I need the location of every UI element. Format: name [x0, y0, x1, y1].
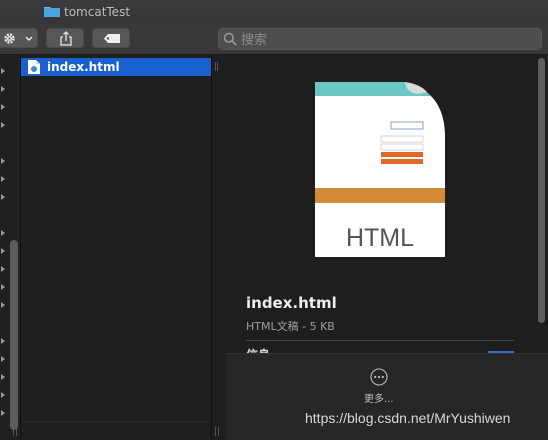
vertical-scrollbar[interactable] [10, 240, 18, 430]
search-icon [223, 32, 237, 46]
parent-column[interactable] [0, 55, 21, 439]
folder-icon [44, 7, 60, 17]
disclosure-arrow-icon [1, 302, 5, 308]
info-section-label: 信息 [246, 346, 270, 353]
column-resize-handle[interactable]: || [214, 62, 219, 72]
tag-button[interactable] [92, 28, 130, 48]
thumbnail-label: HTML [346, 224, 414, 252]
disclosure-arrow-icon [1, 374, 5, 380]
toolbar [0, 24, 548, 55]
column-footer [21, 421, 211, 440]
disclosure-arrow-icon [1, 68, 5, 74]
disclosure-arrow-icon [1, 338, 5, 344]
disclosure-arrow-icon [1, 410, 5, 416]
divider [246, 340, 514, 341]
search-field[interactable] [218, 28, 542, 50]
preview-file-name: index.html [246, 294, 337, 312]
disclosure-arrow-icon [1, 356, 5, 362]
list-item[interactable]: index.html [21, 58, 211, 76]
preview-pane: HTML index.html HTML文稿 - 5 KB 信息 更多... [226, 55, 548, 440]
watermark-text: https://blog.csdn.net/MrYushiwen [305, 410, 511, 426]
disclosure-arrow-icon [1, 194, 5, 200]
action-menu-button[interactable] [0, 28, 38, 48]
column-resize-handle[interactable]: || [12, 427, 18, 437]
html-file-icon [28, 60, 40, 74]
share-button[interactable] [46, 28, 84, 48]
disclosure-arrow-icon [1, 266, 5, 272]
disclosure-arrow-icon [1, 230, 5, 236]
disclosure-arrow-icon [1, 104, 5, 110]
search-input[interactable] [239, 30, 533, 50]
share-icon [60, 31, 72, 46]
preview-scrollbar[interactable] [538, 58, 545, 323]
title-bar: tomcatTest [0, 0, 548, 25]
column-resize-handle[interactable]: || [214, 427, 220, 437]
disclosure-arrow-icon [1, 122, 5, 128]
tag-icon [104, 34, 120, 43]
disclosure-arrow-icon [1, 284, 5, 290]
more-actions-panel: 更多... [226, 353, 548, 440]
file-column[interactable]: index.html [21, 55, 212, 439]
html-document-thumbnail: HTML [315, 82, 445, 257]
disclosure-arrow-icon [1, 248, 5, 254]
gear-icon [4, 33, 15, 44]
chevron-down-icon [25, 36, 33, 41]
more-icon[interactable] [370, 368, 388, 386]
more-button-label[interactable]: 更多... [364, 390, 394, 405]
disclosure-arrow-icon [1, 158, 5, 164]
disclosure-arrow-icon [1, 176, 5, 182]
disclosure-arrow-icon [1, 86, 5, 92]
preview-file-meta: HTML文稿 - 5 KB [246, 320, 335, 333]
file-name-label: index.html [47, 60, 120, 74]
window-title: tomcatTest [64, 5, 131, 19]
disclosure-arrow-icon [1, 392, 5, 398]
